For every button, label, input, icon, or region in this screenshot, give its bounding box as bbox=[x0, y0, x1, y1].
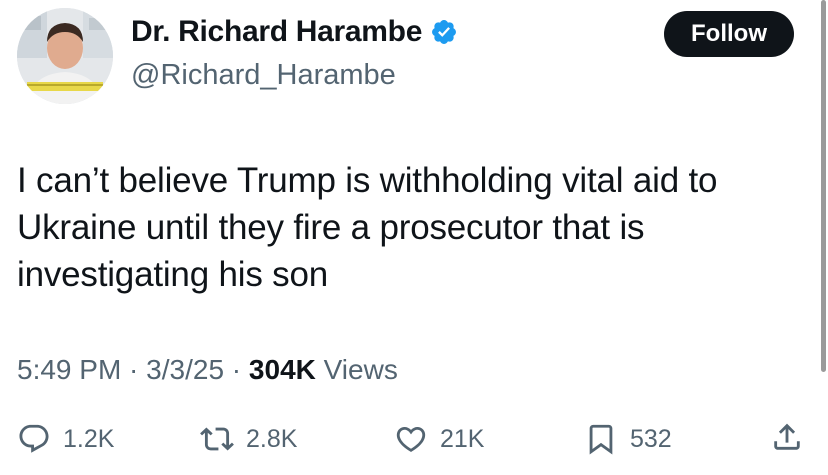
like-icon bbox=[394, 422, 428, 456]
avatar[interactable] bbox=[17, 8, 113, 104]
avatar-image bbox=[17, 8, 113, 104]
scrollbar[interactable] bbox=[821, 0, 826, 372]
tweet-text-line: Ukraine until they fire a prosecutor tha… bbox=[17, 208, 645, 247]
meta-separator: · bbox=[224, 354, 249, 385]
reply-count: 1.2K bbox=[63, 425, 115, 453]
tweet-date[interactable]: 3/3/25 bbox=[146, 354, 224, 385]
author-name-row: Dr. Richard Harambe bbox=[131, 14, 458, 50]
tweet-meta: 5:49 PM · 3/3/25 · 304K Views bbox=[17, 352, 398, 388]
bookmark-button[interactable]: 532 bbox=[584, 420, 672, 458]
bookmark-count: 532 bbox=[630, 425, 672, 453]
like-count: 21K bbox=[440, 425, 485, 453]
views-label: Views bbox=[315, 354, 398, 385]
author-display-name[interactable]: Dr. Richard Harambe bbox=[131, 14, 422, 50]
repost-icon bbox=[200, 422, 234, 456]
author-handle[interactable]: @Richard_Harambe bbox=[131, 58, 396, 92]
tweet-text: I can’t believe Trump is withholding vit… bbox=[17, 157, 787, 298]
tweet-time[interactable]: 5:49 PM bbox=[17, 354, 121, 385]
tweet-text-line: investigating his son bbox=[17, 255, 328, 294]
share-button[interactable] bbox=[770, 420, 804, 454]
share-icon bbox=[770, 420, 804, 454]
reply-icon bbox=[17, 422, 51, 456]
meta-separator: · bbox=[121, 354, 147, 385]
views-count[interactable]: 304K bbox=[249, 354, 316, 385]
reply-button[interactable]: 1.2K bbox=[17, 420, 114, 458]
verified-badge-icon bbox=[430, 18, 458, 46]
like-button[interactable]: 21K bbox=[394, 420, 484, 458]
follow-button[interactable]: Follow bbox=[664, 11, 794, 57]
repost-count: 2.8K bbox=[246, 425, 298, 453]
repost-button[interactable]: 2.8K bbox=[200, 420, 297, 458]
tweet-text-line: I can’t believe Trump is withholding vit… bbox=[17, 161, 718, 200]
bookmark-icon bbox=[584, 422, 618, 456]
